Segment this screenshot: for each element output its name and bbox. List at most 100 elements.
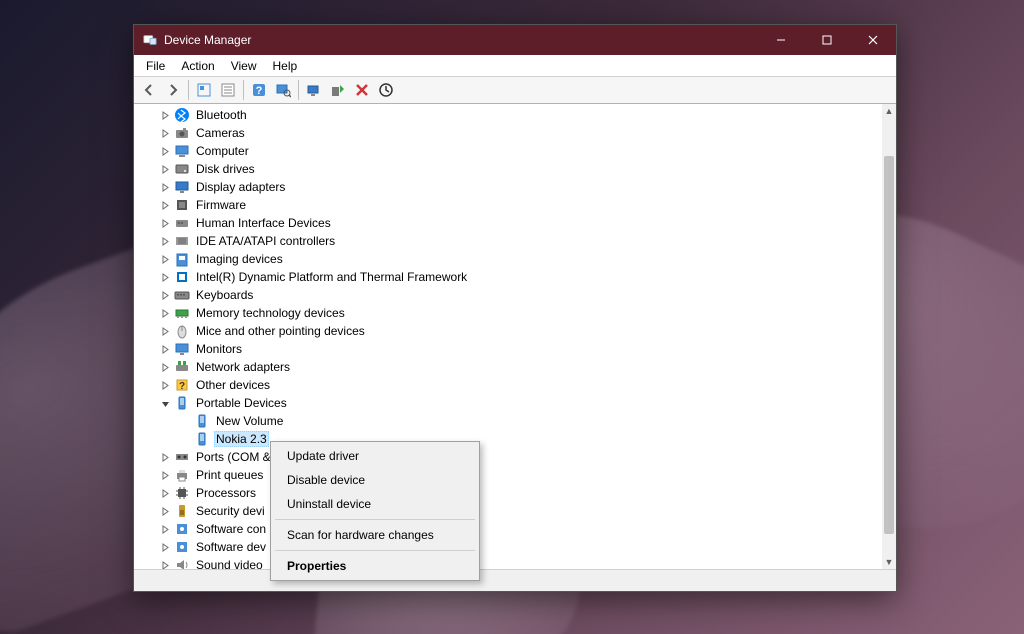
chevron-right-icon[interactable] xyxy=(158,198,172,212)
tree-item[interactable]: Portable Devices xyxy=(142,394,882,412)
device-tree[interactable]: BluetoothCamerasComputer Disk drives Displ… xyxy=(134,104,882,569)
disable-device-button[interactable] xyxy=(351,79,373,101)
forward-button[interactable] xyxy=(162,79,184,101)
tree-item-label: Human Interface Devices xyxy=(194,216,333,230)
chevron-right-icon[interactable] xyxy=(158,162,172,176)
tree-item[interactable]: Network adapters xyxy=(142,358,882,376)
scan-hardware-button[interactable] xyxy=(272,79,294,101)
keyboard-icon xyxy=(174,287,190,303)
context-menu-separator xyxy=(275,519,475,520)
tree-item[interactable]: New Volume xyxy=(142,412,882,430)
tree-item[interactable]: IDE ATA/ATAPI controllers xyxy=(142,232,882,250)
chevron-right-icon[interactable] xyxy=(158,450,172,464)
menu-file[interactable]: File xyxy=(138,57,173,75)
processor-icon xyxy=(174,485,190,501)
context-menu-item[interactable]: Update driver xyxy=(273,444,477,468)
maximize-button[interactable] xyxy=(804,25,850,55)
expander-placeholder xyxy=(178,432,192,446)
bluetooth-icon xyxy=(174,107,190,123)
tree-item-label: Software dev xyxy=(194,540,268,554)
tree-item[interactable]: Security devi xyxy=(142,502,882,520)
menu-view[interactable]: View xyxy=(223,57,265,75)
scrollbar-thumb[interactable] xyxy=(884,156,894,534)
chevron-right-icon[interactable] xyxy=(158,216,172,230)
chevron-right-icon[interactable] xyxy=(158,486,172,500)
scroll-down-arrow[interactable]: ▼ xyxy=(882,555,896,569)
chevron-right-icon[interactable] xyxy=(158,270,172,284)
chevron-right-icon[interactable] xyxy=(158,504,172,518)
tree-item[interactable]: Disk drives xyxy=(142,160,882,178)
tree-item[interactable]: Intel(R) Dynamic Platform and Thermal Fr… xyxy=(142,268,882,286)
chevron-right-icon[interactable] xyxy=(158,234,172,248)
tree-item[interactable]: Human Interface Devices xyxy=(142,214,882,232)
chevron-right-icon[interactable] xyxy=(158,468,172,482)
menu-action[interactable]: Action xyxy=(173,57,222,75)
tree-item-label: Display adapters xyxy=(194,180,287,194)
context-menu: Update driverDisable deviceUninstall dev… xyxy=(270,441,480,581)
tree-item[interactable]: Software dev xyxy=(142,538,882,556)
memory-icon xyxy=(174,305,190,321)
enable-device-button[interactable] xyxy=(327,79,349,101)
chevron-right-icon[interactable] xyxy=(158,342,172,356)
tree-item[interactable]: Monitors xyxy=(142,340,882,358)
chevron-right-icon[interactable] xyxy=(158,360,172,374)
update-driver-button[interactable] xyxy=(303,79,325,101)
chevron-right-icon[interactable] xyxy=(158,108,172,122)
tree-item-label: Disk drives xyxy=(194,162,257,176)
tree-item[interactable]: Ports (COM & xyxy=(142,448,882,466)
close-button[interactable] xyxy=(850,25,896,55)
chevron-right-icon[interactable] xyxy=(158,252,172,266)
tree-item[interactable]: Processors xyxy=(142,484,882,502)
tree-item[interactable]: Keyboards xyxy=(142,286,882,304)
software-icon xyxy=(174,539,190,555)
scroll-up-arrow[interactable]: ▲ xyxy=(882,104,896,118)
chevron-right-icon[interactable] xyxy=(158,378,172,392)
uninstall-device-button[interactable] xyxy=(375,79,397,101)
context-menu-item[interactable]: Disable device xyxy=(273,468,477,492)
toolbar-separator xyxy=(243,80,244,100)
tree-item[interactable]: Sound video xyxy=(142,556,882,569)
tree-item-label: Ports (COM & xyxy=(194,450,273,464)
chevron-right-icon[interactable] xyxy=(158,144,172,158)
tree-item[interactable]: Firmware xyxy=(142,196,882,214)
chevron-right-icon[interactable] xyxy=(158,540,172,554)
tree-item[interactable]: Mice and other pointing devices xyxy=(142,322,882,340)
toolbar-separator xyxy=(298,80,299,100)
chevron-down-icon[interactable] xyxy=(158,396,172,410)
svg-text:?: ? xyxy=(256,85,263,97)
vertical-scrollbar[interactable]: ▲ ▼ xyxy=(882,104,896,569)
tree-item[interactable]: Imaging devices xyxy=(142,250,882,268)
minimize-button[interactable] xyxy=(758,25,804,55)
tree-item[interactable]: ?Other devices xyxy=(142,376,882,394)
show-hidden-button[interactable] xyxy=(193,79,215,101)
chevron-right-icon[interactable] xyxy=(158,288,172,302)
hid-icon xyxy=(174,215,190,231)
chevron-right-icon[interactable] xyxy=(158,126,172,140)
context-menu-item[interactable]: Properties xyxy=(273,554,477,578)
menu-help[interactable]: Help xyxy=(265,57,306,75)
tree-item[interactable]: Software con xyxy=(142,520,882,538)
properties-button[interactable] xyxy=(217,79,239,101)
expander-placeholder xyxy=(178,414,192,428)
context-menu-item[interactable]: Scan for hardware changes xyxy=(273,523,477,547)
back-button[interactable] xyxy=(138,79,160,101)
tree-item[interactable]: Nokia 2.3 xyxy=(142,430,882,448)
tree-item[interactable]: Cameras xyxy=(142,124,882,142)
tree-item[interactable]: Bluetooth xyxy=(142,106,882,124)
tree-item[interactable]: Print queues xyxy=(142,466,882,484)
titlebar[interactable]: Device Manager xyxy=(134,25,896,55)
chevron-right-icon[interactable] xyxy=(158,324,172,338)
chevron-right-icon[interactable] xyxy=(158,180,172,194)
tree-item-label: Network adapters xyxy=(194,360,292,374)
tree-item[interactable]: Display adapters xyxy=(142,178,882,196)
chevron-right-icon[interactable] xyxy=(158,306,172,320)
ports-icon xyxy=(174,449,190,465)
chevron-right-icon[interactable] xyxy=(158,522,172,536)
context-menu-item[interactable]: Uninstall device xyxy=(273,492,477,516)
tree-item[interactable]: Memory technology devices xyxy=(142,304,882,322)
tree-item-label: New Volume xyxy=(214,414,285,428)
tree-item-label: Keyboards xyxy=(194,288,255,302)
chevron-right-icon[interactable] xyxy=(158,558,172,569)
help-button[interactable]: ? xyxy=(248,79,270,101)
tree-item[interactable]: Computer xyxy=(142,142,882,160)
